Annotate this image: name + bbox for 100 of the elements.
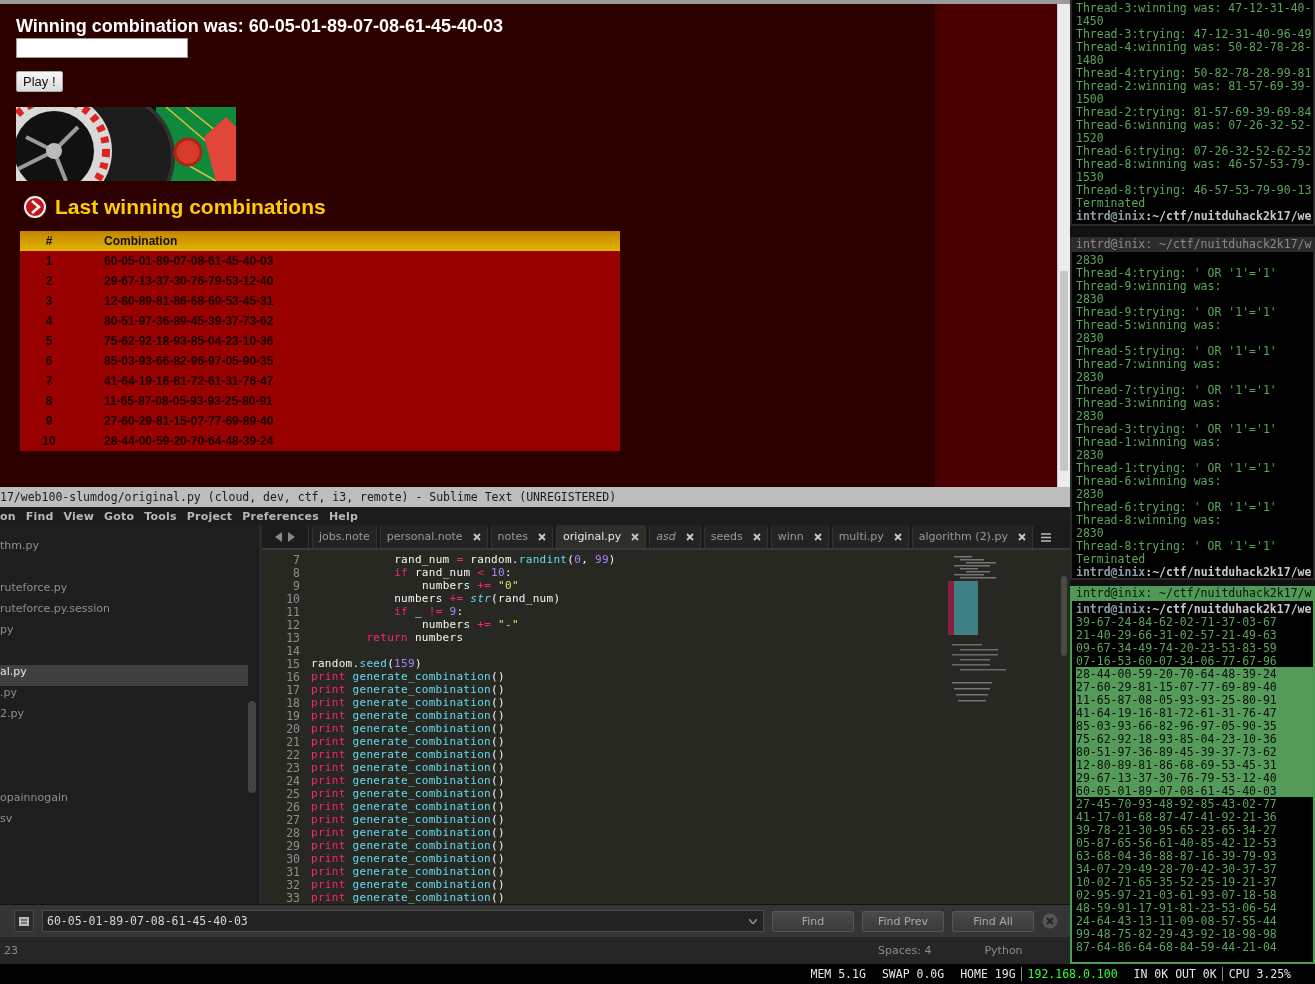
sidebar-item[interactable]: 2.py [0,707,248,728]
close-icon[interactable] [685,532,694,541]
section-title: Last winning combinations [55,195,326,219]
menu-item[interactable]: Find [25,509,54,523]
editor-tab[interactable]: multi.py [831,525,909,548]
terminal-line: 2830 [1076,331,1104,344]
play-button[interactable]: Play ! [16,71,63,92]
code-line: print generate_combination() [311,813,505,826]
code-line: if rand_num < 10: [393,566,512,579]
close-icon[interactable] [1017,532,1026,541]
input-field[interactable] [16,38,188,58]
terminal-title[interactable]: intrd@inix: ~/ctf/nuitduhack2k17/w [1072,237,1313,252]
status-item: SWAP 0.0G [881,967,945,981]
sidebar-item[interactable]: thm.py [0,539,248,560]
terminal-line: 39-67-24-84-62-02-71-37-03-67 [1076,615,1277,628]
menu-item[interactable]: Preferences [242,509,319,523]
menu-item[interactable]: Goto [104,509,135,523]
menu-item[interactable]: View [63,509,95,523]
line-number: 22 [285,748,300,761]
terminal-line: 1500 [1076,92,1104,105]
column-header: # [20,231,78,251]
terminal-line: 1450 [1076,14,1104,27]
sidebar-item[interactable]: py [0,623,248,644]
status-text[interactable]: Spaces: 4 [878,944,932,957]
close-icon[interactable] [813,532,822,541]
editor-tab[interactable]: original.py [556,525,647,548]
table-cell: 3 [20,291,78,311]
find-field[interactable]: 60-05-01-89-07-08-61-45-40-03 [42,910,764,932]
window-title: 17/web100-slumdog/original.py (cloud, dev, ctf, i3, remote) - Sublime Text (UNREGISTERED) [0,487,1070,507]
terminal-line: Thread-5:trying: ' OR '1'='1' [1076,344,1277,357]
menu-item[interactable]: Project [186,509,233,523]
editor-tab[interactable]: notes [490,525,554,548]
editor-tab[interactable]: personal.note [379,525,488,548]
column-header: Combination [78,231,620,251]
terminal-line: 24-64-43-13-11-09-08-57-55-44 [1076,914,1277,927]
code-line: print generate_combination() [311,722,505,735]
table-cell: 85-03-93-66-82-96-97-05-90-35 [78,351,620,371]
sidebar-item[interactable]: ruteforce.py [0,581,248,602]
scrollbar-thumb[interactable] [1061,576,1067,656]
line-number: 20 [285,722,300,735]
terminal-line: Thread-9:winning was: [1076,279,1222,292]
code-line: print generate_combination() [311,800,505,813]
terminal-line: 09-67-34-49-74-20-23-53-83-59 [1076,641,1277,654]
close-icon[interactable] [893,532,902,541]
right-arrow-icon[interactable] [287,531,295,542]
find-button[interactable]: Find Prev [862,910,944,932]
code-line: print generate_combination() [311,826,505,839]
close-icon[interactable] [472,532,481,541]
status-text: 23 [4,944,18,957]
code-line: numbers += "0" [420,579,519,592]
table-cell: 12-80-89-81-86-68-69-53-45-31 [78,291,620,311]
editor-tab[interactable]: winn [770,525,829,548]
table-cell: 10 [20,431,78,451]
line-number: 14 [285,644,300,657]
left-arrow-icon[interactable] [275,531,283,542]
editor-tab[interactable]: asd [649,525,701,548]
sidebar-item[interactable]: al.py [0,665,248,686]
menu-item[interactable]: Tools [144,509,177,523]
line-number: 31 [285,865,300,878]
terminal-line: Thread-1:winning was: [1076,435,1222,448]
terminal-line: 2830 [1076,487,1104,500]
menu-icon[interactable] [1040,533,1051,542]
toggle-button[interactable] [14,910,34,932]
terminal-line: Thread-3:trying: 47-12-31-40-96-49 [1076,27,1312,40]
code-line: print generate_combination() [311,696,505,709]
table-cell: 6 [20,351,78,371]
sidebar-item[interactable]: sv [0,812,248,833]
find-button[interactable]: Find [772,910,854,932]
find-button[interactable]: Find All [952,910,1034,932]
terminal-line: Thread-6:trying: 07-26-32-52-62-52 [1076,144,1312,157]
editor-tab[interactable]: algorithm (2).py [911,525,1033,548]
sidebar-item[interactable]: opainnogain [0,791,248,812]
status-item: IN 0K OUT 0K [1133,967,1217,981]
sidebar-item[interactable]: .py [0,686,248,707]
scrollbar[interactable] [1057,4,1070,487]
terminal-line: 39-78-21-30-95-65-23-65-34-27 [1076,823,1277,836]
scrollbar-thumb[interactable] [248,701,256,793]
terminal-line: 10-02-71-65-35-52-25-19-21-37 [1076,875,1277,888]
menu-item[interactable]: Help [328,509,359,523]
terminal-line: Thread-8:winning was: 46-57-53-79- [1076,157,1312,170]
status-text[interactable]: Python [984,944,1023,957]
caret-icon[interactable] [749,918,757,924]
terminal-line: 1520 [1076,131,1104,144]
terminal-line: 63-68-04-36-88-87-16-39-79-93 [1076,849,1277,862]
terminal-title[interactable]: intrd@inix: ~/ctf/nuitduhack2k17/w [1072,586,1313,601]
menu-item[interactable]: on [0,509,16,523]
sidebar-item[interactable]: ruteforce.py.session [0,602,248,623]
line-number: 19 [285,709,300,722]
line-number: 33 [285,891,300,904]
table-cell: 80-51-97-36-89-45-39-37-73-62 [78,311,620,331]
terminal-line: 2830 [1076,253,1104,266]
editor-tab[interactable]: jobs.note [312,525,377,548]
editor-tab[interactable]: seeds [703,525,768,548]
line-number: 10 [285,592,300,605]
terminal-line: Thread-1:trying: ' OR '1'='1' [1076,461,1277,474]
close-icon[interactable] [752,532,761,541]
table-cell: 28-44-00-59-20-70-64-48-39-24 [78,431,620,451]
close-icon[interactable] [538,532,547,541]
line-number: 7 [292,553,300,566]
close-icon[interactable] [631,532,640,541]
